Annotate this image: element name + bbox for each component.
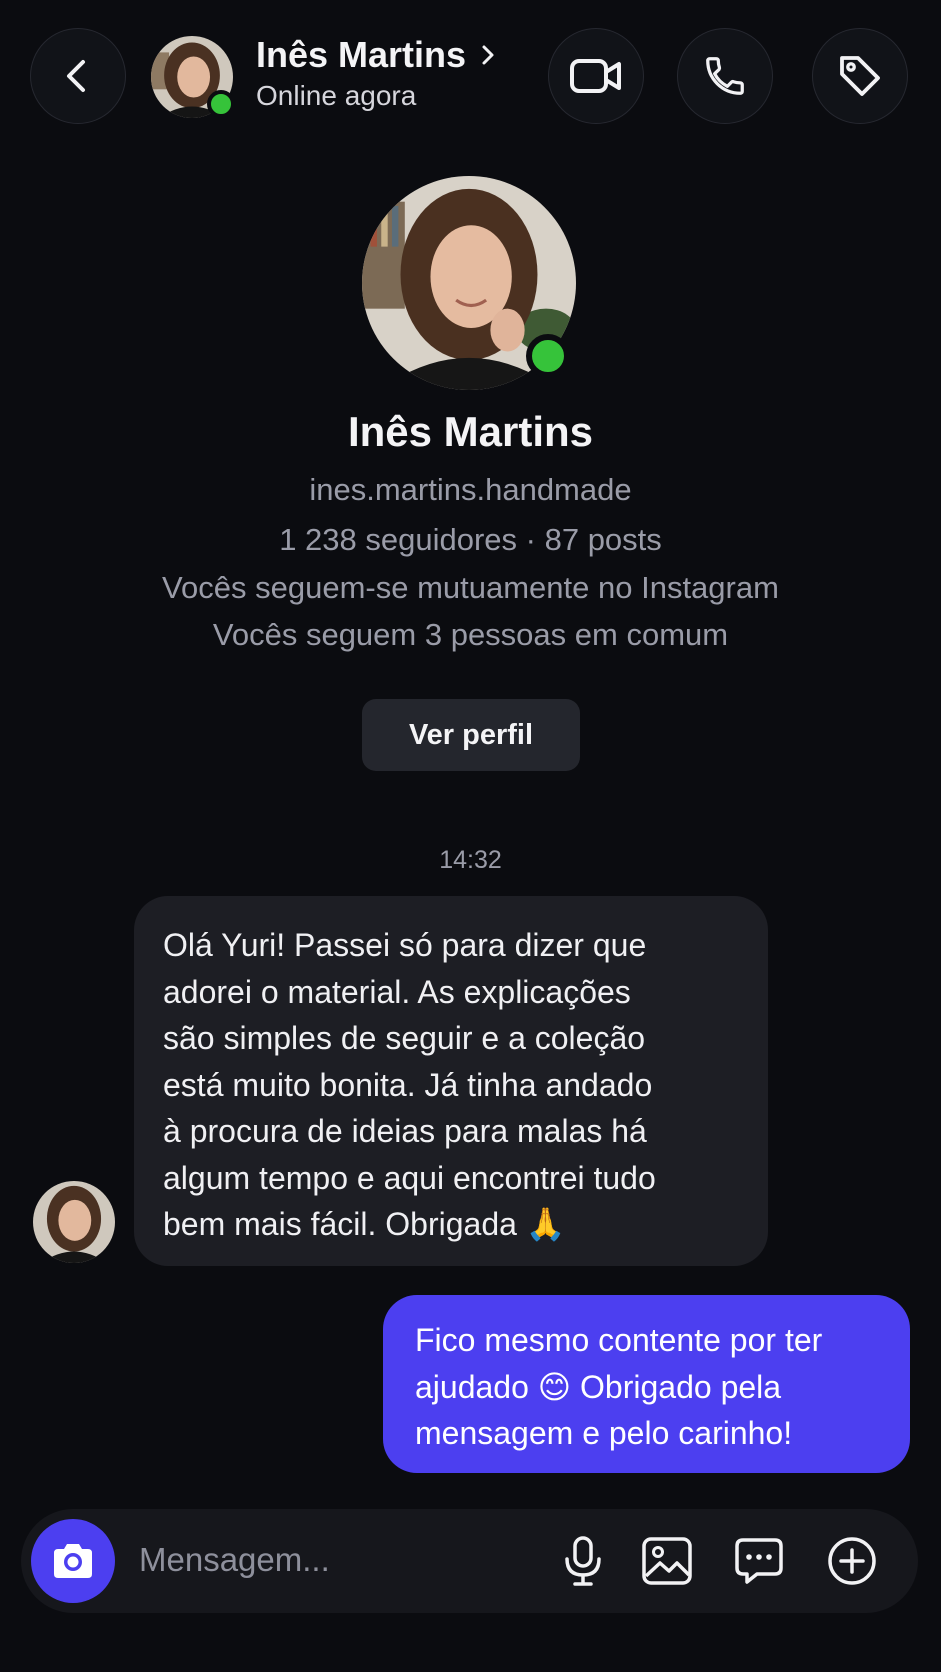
message-line: algum tempo e aqui encontrei tudo [163,1159,656,1196]
online-indicator [207,90,235,118]
message-line: à procura de ideias para malas há [163,1113,647,1149]
chevron-right-icon [482,45,494,65]
message-timestamp: 14:32 [439,846,502,874]
message-line: mensagem e pelo carinho! [415,1415,793,1451]
camera-icon [54,1544,92,1578]
incoming-message-bubble[interactable]: Olá Yuri! Passei só para dizer que adore… [134,896,768,1266]
tag-icon [840,56,880,96]
video-call-button[interactable] [548,28,644,124]
profile-stats: 1 238 seguidores · 87 posts [279,522,662,557]
chat-options-icon [735,1538,783,1584]
profile-name: Inês Martins [347,408,594,455]
chat-options-button[interactable] [733,1535,785,1587]
phone-call-button[interactable] [677,28,773,124]
add-icon [828,1537,876,1585]
profile-username: ines.martins.handmade [309,472,632,507]
tag-button[interactable] [812,28,908,124]
message-line: está muito bonita. Já tinha andado [163,1066,653,1103]
message-input[interactable]: Mensagem... [139,1541,330,1579]
outgoing-message-bubble[interactable]: Fico mesmo contente por ter ajudado 😊 Ob… [383,1295,910,1473]
online-indicator [526,334,570,378]
profile-avatar[interactable] [362,176,576,390]
message-line: são simples de seguir e a coleção [163,1020,646,1056]
add-button[interactable] [826,1535,878,1587]
contact-status: Online agora [256,80,417,111]
microphone-button[interactable] [557,1535,609,1587]
gallery-button[interactable] [641,1535,693,1587]
header-avatar[interactable] [151,36,235,118]
message-line: adorei o material. As explicações [163,973,631,1010]
message-line: bem mais fácil. Obrigada 🙏 [163,1206,566,1242]
camera-button[interactable] [31,1519,115,1603]
microphone-icon [565,1536,601,1586]
message-line: Fico mesmo contente por ter [415,1322,823,1358]
message-composer: Mensagem... [21,1509,918,1613]
contact-name-link[interactable]: Inês Martins [256,34,496,76]
gallery-icon [642,1537,692,1585]
view-profile-button[interactable]: Ver perfil [362,699,580,771]
common-follows-note: Vocês seguem 3 pessoas em comum [212,617,729,652]
message-line: ajudado 😊 Obrigado pela [415,1368,782,1405]
phone-icon [706,57,744,95]
video-call-icon [570,59,621,93]
mutual-follow-note: Vocês seguem-se mutuamente no Instagram [162,570,779,605]
contact-name: Inês Martins [256,34,467,75]
back-button[interactable] [30,28,126,124]
back-icon [67,60,85,92]
message-line: Olá Yuri! Passei só para dizer que [163,927,647,963]
sender-avatar[interactable] [33,1181,115,1263]
